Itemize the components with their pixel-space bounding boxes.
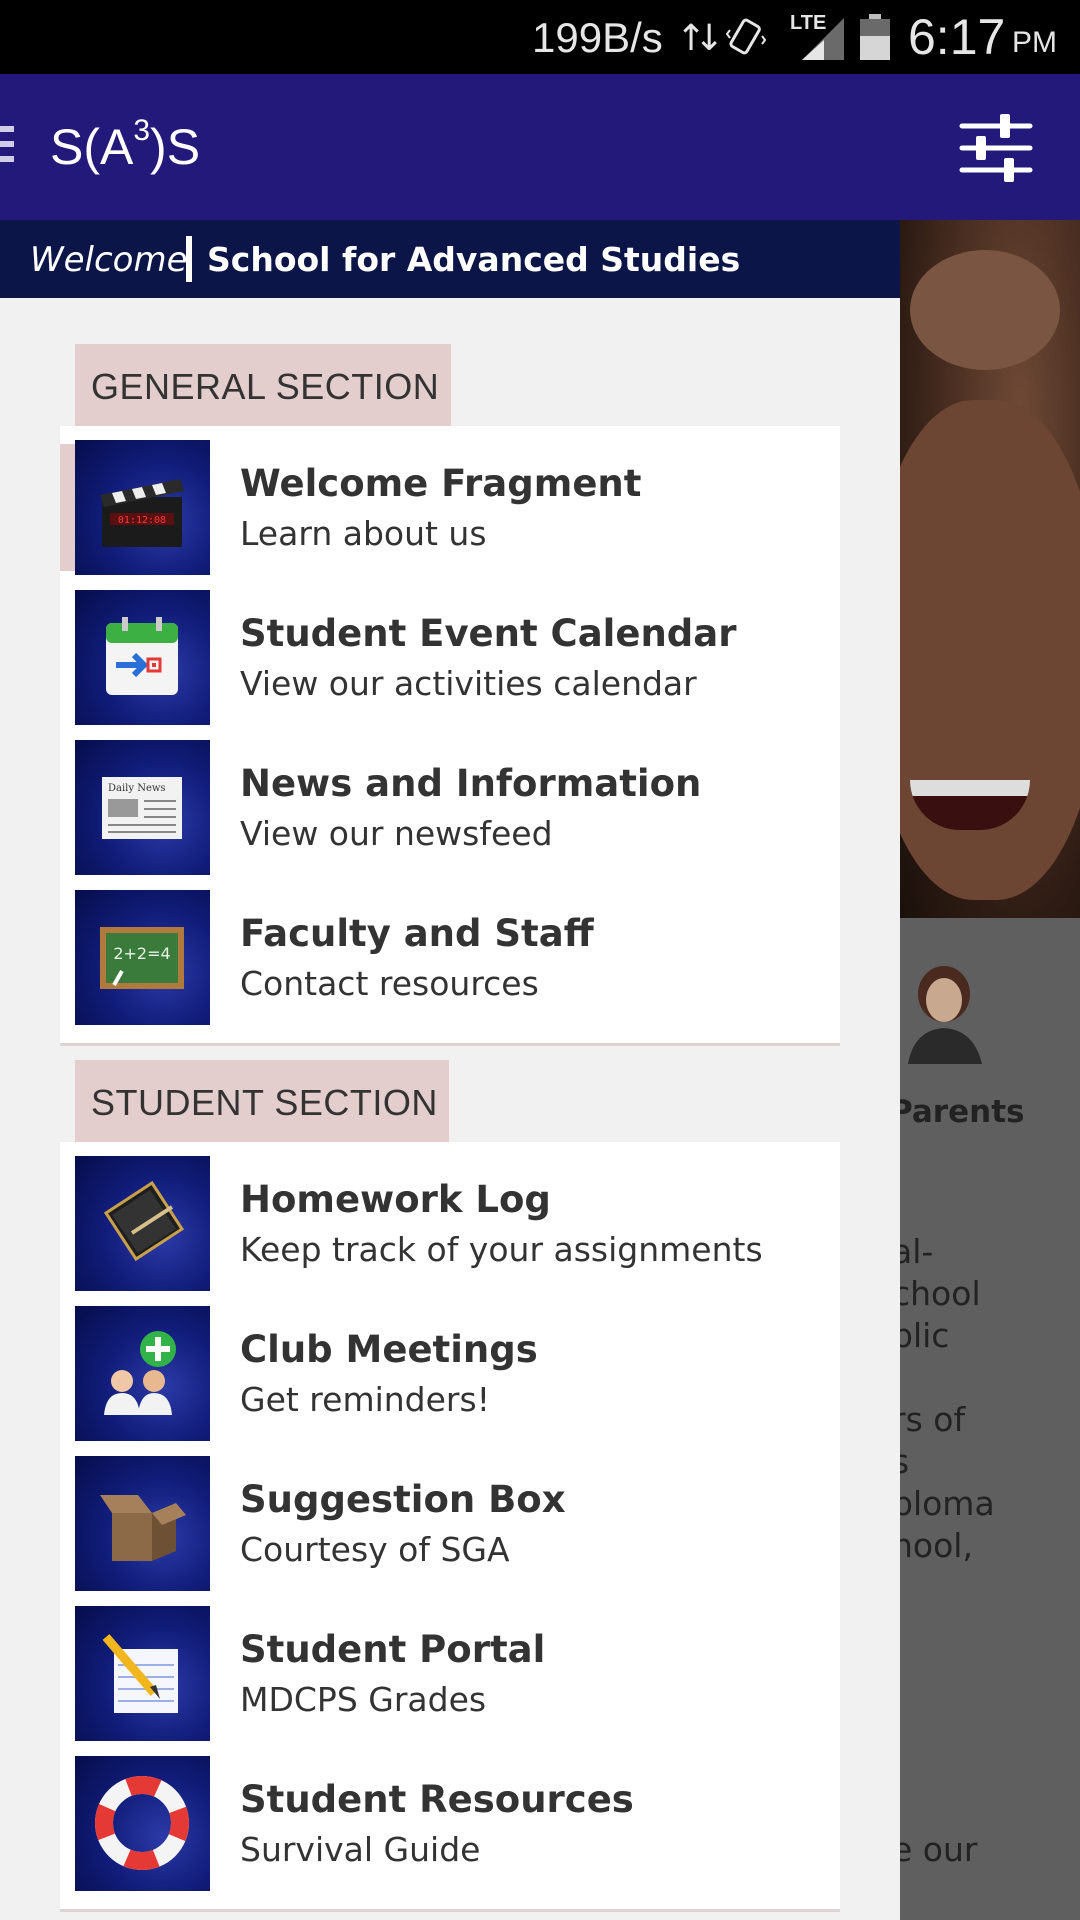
menu-item-student-event-calendar[interactable]: Student Event Calendar View our activiti… xyxy=(60,590,840,740)
clock: 6:17 xyxy=(908,9,1006,65)
student-section-list: Homework Log Keep track of your assignme… xyxy=(60,1142,840,1912)
menu-item-subtitle: Keep track of your assignments xyxy=(240,1230,763,1269)
menu-item-title: Faculty and Staff xyxy=(240,912,594,955)
menu-item-title: Homework Log xyxy=(240,1178,551,1221)
svg-text:Daily News: Daily News xyxy=(108,783,166,794)
menu-item-news-and-information[interactable]: Daily News News and Information View our… xyxy=(60,740,840,890)
menu-item-suggestion-box[interactable]: Suggestion Box Courtesy of SGA xyxy=(60,1456,840,1606)
section-header-general: GENERAL SECTION xyxy=(75,344,451,426)
section-header-student: STUDENT SECTION xyxy=(75,1060,449,1142)
menu-item-subtitle: MDCPS Grades xyxy=(240,1680,487,1719)
bg-text-fragment: rs of xyxy=(900,1400,966,1439)
chalkboard-icon: 2+2=4 xyxy=(75,890,210,1025)
menu-item-subtitle: Courtesy of SGA xyxy=(240,1530,510,1569)
svg-text:01:12:08: 01:12:08 xyxy=(118,515,166,526)
bg-text-fragment: blic xyxy=(900,1316,950,1355)
vibrate-icon xyxy=(726,18,766,55)
svg-text:2+2=4: 2+2=4 xyxy=(113,944,170,963)
clock-ampm: PM xyxy=(1012,26,1057,59)
menu-item-subtitle: View our activities calendar xyxy=(240,664,697,703)
bg-text-fragment: ploma xyxy=(900,1484,995,1523)
menu-item-subtitle: Get reminders! xyxy=(240,1380,490,1419)
menu-item-faculty-and-staff[interactable]: 2+2=4 Faculty and Staff Contact resource… xyxy=(60,890,840,1040)
parent-avatar-icon xyxy=(908,966,982,1064)
parents-label: Parents xyxy=(900,1094,1025,1130)
bg-text-fragment: al- xyxy=(900,1232,934,1271)
menu-item-title: Club Meetings xyxy=(240,1328,538,1371)
navigation-drawer: Welcome School for Advanced Studies GENE… xyxy=(0,220,900,1920)
newspaper-icon: Daily News xyxy=(75,740,210,875)
menu-item-title: Welcome Fragment xyxy=(240,462,642,505)
bg-text-fragment: hool, xyxy=(900,1526,973,1565)
menu-item-title: Student Portal xyxy=(240,1628,546,1671)
app-title: S(A3)S xyxy=(50,114,201,175)
signal-icon xyxy=(802,18,844,60)
calendar-icon xyxy=(75,590,210,725)
bg-text-fragment: s xyxy=(900,1442,910,1481)
data-transfer-icon: ↑↓ xyxy=(676,18,724,59)
menu-item-subtitle: Learn about us xyxy=(240,514,487,553)
selected-indicator xyxy=(60,444,75,571)
background-page: Parents al- chool blic rs of s ploma hoo… xyxy=(900,220,1080,1920)
header-photo xyxy=(900,220,1080,918)
app-bar: S(A3)S xyxy=(0,74,1080,220)
menu-item-welcome-fragment[interactable]: 01:12:08 Welcome Fragment Learn about us xyxy=(60,440,840,590)
clapperboard-icon: 01:12:08 xyxy=(75,440,210,575)
welcome-bar: Welcome School for Advanced Studies xyxy=(0,220,900,298)
add-people-icon xyxy=(75,1306,210,1441)
menu-item-homework-log[interactable]: Homework Log Keep track of your assignme… xyxy=(60,1156,840,1306)
lifebuoy-icon xyxy=(75,1756,210,1891)
menu-item-title: Student Resources xyxy=(240,1778,634,1821)
menu-item-club-meetings[interactable]: Club Meetings Get reminders! xyxy=(60,1306,840,1456)
welcome-divider xyxy=(186,236,192,282)
menu-item-title: Student Event Calendar xyxy=(240,612,737,655)
school-name: School for Advanced Studies xyxy=(207,240,741,279)
menu-item-subtitle: Contact resources xyxy=(240,964,539,1003)
hamburger-icon[interactable] xyxy=(0,126,14,170)
menu-item-student-resources[interactable]: Student Resources Survival Guide xyxy=(60,1756,840,1906)
notebook-icon xyxy=(75,1156,210,1291)
bg-text-fragment: chool xyxy=(900,1274,981,1313)
notepad-pencil-icon xyxy=(75,1606,210,1741)
filter-sliders-icon[interactable] xyxy=(956,110,1036,186)
open-box-icon xyxy=(75,1456,210,1591)
status-bar: 199B/s ↑↓ LTE 6:17 PM xyxy=(0,0,1080,74)
general-section-list: 01:12:08 Welcome Fragment Learn about us xyxy=(60,426,840,1046)
menu-item-student-portal[interactable]: Student Portal MDCPS Grades xyxy=(60,1606,840,1756)
welcome-label: Welcome xyxy=(30,240,188,280)
menu-item-title: News and Information xyxy=(240,762,702,805)
network-speed: 199B/s xyxy=(532,14,663,61)
menu-item-subtitle: Survival Guide xyxy=(240,1830,481,1869)
bg-text-fragment: e our xyxy=(900,1830,978,1869)
menu-item-title: Suggestion Box xyxy=(240,1478,566,1521)
battery-icon xyxy=(860,14,890,60)
menu-item-subtitle: View our newsfeed xyxy=(240,814,553,853)
